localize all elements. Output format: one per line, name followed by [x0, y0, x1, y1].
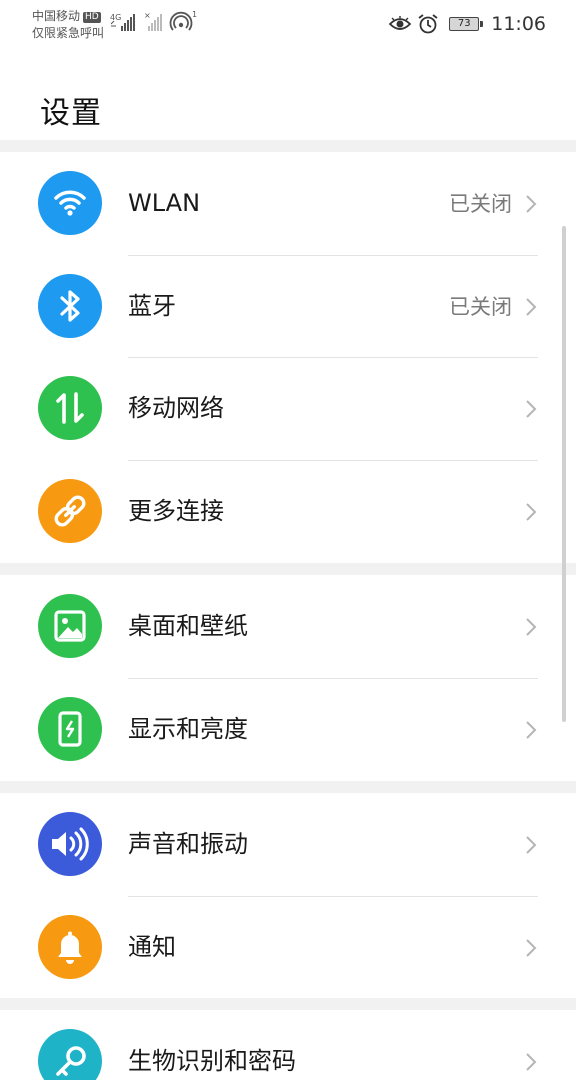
battery-level: 73 [457, 18, 471, 29]
status-bar: 中国移动 HD 仅限紧急呼叫 4G × 1 73 11:06 [0, 0, 576, 52]
setting-label: 生物识别和密码 [128, 1047, 296, 1075]
wallpaper-icon [38, 594, 102, 658]
wifi-icon [38, 171, 102, 235]
setting-item-display[interactable]: 显示和亮度 [0, 678, 576, 781]
link-icon [38, 479, 102, 543]
setting-item-bluetooth[interactable]: 蓝牙 已关闭 [0, 255, 576, 358]
signal-indicators: 4G × 1 [110, 10, 200, 34]
settings-screen: 中国移动 HD 仅限紧急呼叫 4G × 1 73 11:06 设置 WLAN 已… [0, 0, 576, 1080]
setting-value: 已关闭 [449, 295, 512, 319]
chevron-right-icon [526, 298, 537, 316]
svg-text:×: × [144, 11, 151, 20]
group-separator [0, 563, 576, 575]
carrier-info: 中国移动 HD 仅限紧急呼叫 [32, 8, 104, 42]
setting-label: 声音和振动 [128, 830, 248, 858]
bluetooth-icon [38, 274, 102, 338]
status-right: 73 11:06 [389, 11, 546, 37]
setting-item-mobile-network[interactable]: 移动网络 [0, 357, 576, 460]
display-icon [38, 697, 102, 761]
chevron-right-icon [526, 195, 537, 213]
group-separator [0, 998, 576, 1010]
chevron-right-icon [526, 939, 537, 957]
no-signal-icon: × [144, 11, 162, 31]
hotspot-count: 1 [192, 10, 197, 19]
sound-icon [38, 812, 102, 876]
group-separator [0, 781, 576, 793]
chevron-right-icon [526, 836, 537, 854]
mobile-network-icon [38, 376, 102, 440]
setting-item-notifications[interactable]: 通知 [0, 896, 576, 999]
alarm-icon [418, 14, 438, 34]
bell-icon [38, 915, 102, 979]
setting-value: 已关闭 [449, 192, 512, 216]
setting-item-more-connections[interactable]: 更多连接 [0, 460, 576, 563]
setting-label: 通知 [128, 933, 176, 961]
chevron-right-icon [526, 400, 537, 418]
key-icon [38, 1029, 102, 1080]
page-title: 设置 [40, 96, 102, 132]
hd-badge: HD [83, 12, 101, 23]
setting-item-sound[interactable]: 声音和振动 [0, 793, 576, 896]
eye-icon [389, 16, 412, 30]
setting-item-wlan[interactable]: WLAN 已关闭 [0, 152, 576, 255]
chevron-right-icon [526, 503, 537, 521]
setting-item-wallpaper[interactable]: 桌面和壁纸 [0, 575, 576, 678]
chevron-right-icon [526, 1053, 537, 1071]
setting-label: 显示和亮度 [128, 715, 248, 743]
setting-label: 更多连接 [128, 497, 224, 525]
setting-label: 移动网络 [128, 394, 224, 422]
setting-label: 蓝牙 [128, 292, 176, 320]
setting-item-biometrics-password[interactable]: 生物识别和密码 [0, 1010, 576, 1080]
network-type-label: 4G [110, 13, 121, 22]
setting-label: WLAN [128, 189, 201, 217]
signal-icon: 4G × 1 [110, 10, 197, 31]
clock: 11:06 [491, 13, 546, 35]
carrier-name: 中国移动 [32, 9, 81, 23]
emergency-only-text: 仅限紧急呼叫 [32, 26, 105, 40]
chevron-right-icon [526, 618, 537, 636]
hotspot-icon [169, 11, 193, 31]
setting-label: 桌面和壁纸 [128, 612, 248, 640]
chevron-right-icon [526, 721, 537, 739]
scrollbar[interactable] [562, 226, 566, 722]
battery-icon: 73 [449, 17, 484, 31]
group-separator [0, 140, 576, 152]
